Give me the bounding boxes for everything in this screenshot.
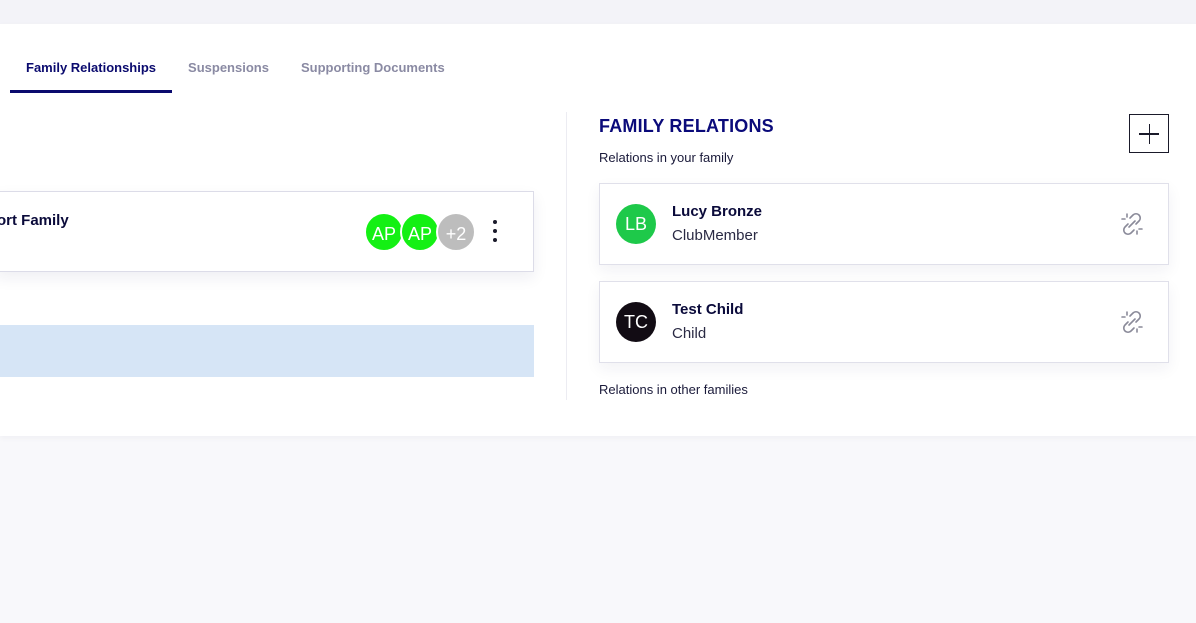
avatar: AP [400, 212, 440, 252]
highlighted-row [0, 325, 534, 377]
other-families-label: Relations in other families [599, 382, 748, 397]
relation-role: ClubMember [672, 227, 758, 244]
member-avatars: AP AP +2 [364, 212, 478, 252]
relation-role: Child [672, 325, 707, 342]
tab-suspensions[interactable]: Suspensions [172, 54, 285, 93]
tab-family-relationships[interactable]: Family Relationships [10, 54, 173, 93]
relation-name: Test Child [672, 301, 744, 318]
kebab-menu-icon[interactable] [489, 220, 501, 246]
family-name: ort Family [0, 212, 69, 229]
divider [566, 112, 567, 400]
relation-name: Lucy Bronze [672, 203, 763, 220]
content-panel: Family Relationships Suspensions Support… [0, 24, 1196, 436]
more-members-badge: +2 [436, 212, 476, 252]
unlink-icon[interactable] [1118, 210, 1146, 238]
relation-card[interactable]: LB Lucy Bronze ClubMember [599, 183, 1169, 265]
add-relation-button[interactable] [1129, 114, 1169, 153]
top-strip [0, 0, 1196, 24]
tab-bar: Family Relationships Suspensions Support… [10, 54, 461, 94]
family-card[interactable]: ort Family AP AP +2 [0, 191, 534, 272]
avatar: LB [616, 204, 656, 244]
unlink-icon[interactable] [1118, 308, 1146, 336]
section-subtitle: Relations in your family [599, 150, 734, 165]
section-title: FAMILY RELATIONS [599, 116, 774, 136]
avatar: AP [364, 212, 404, 252]
relation-card[interactable]: TC Test Child Child [599, 281, 1169, 363]
tab-supporting-documents[interactable]: Supporting Documents [285, 54, 461, 93]
avatar: TC [616, 302, 656, 342]
